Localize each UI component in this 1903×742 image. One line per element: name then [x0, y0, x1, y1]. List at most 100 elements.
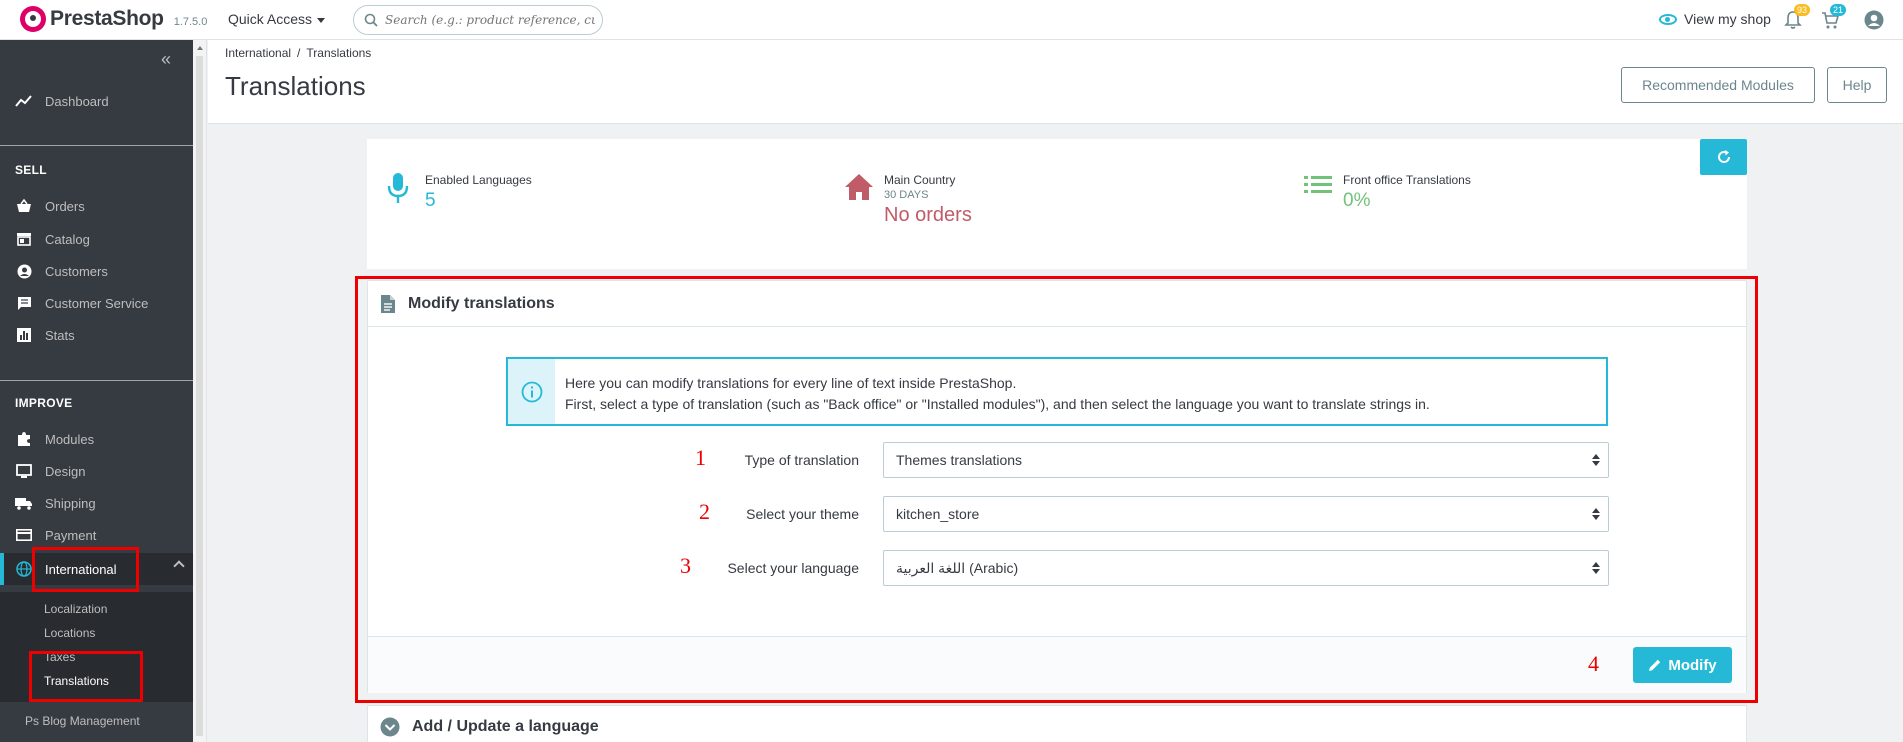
- home-icon: [845, 174, 873, 200]
- kpi-sub-label: 30 DAYS: [884, 189, 929, 201]
- recommended-modules-button[interactable]: Recommended Modules: [1621, 67, 1815, 103]
- sidebar-item-customer-service[interactable]: Customer Service: [0, 288, 193, 318]
- step-number: 4: [1588, 651, 1599, 676]
- panel-footer: 4 Modify: [368, 636, 1746, 693]
- sidebar-item-label: Dashboard: [45, 93, 109, 109]
- field-label: Select your theme: [746, 506, 859, 522]
- eye-icon: [1659, 13, 1677, 25]
- notifications-button[interactable]: 93: [1784, 4, 1810, 30]
- scrollbar-thumb[interactable]: [196, 56, 203, 736]
- form-row-type-of-translation: 1 Type of translation Themes translation…: [368, 442, 1746, 480]
- sidebar-item-label: International: [45, 561, 117, 577]
- search-box[interactable]: [353, 5, 603, 35]
- sidebar-divider: [0, 145, 193, 146]
- submenu-item-locations[interactable]: Locations: [44, 626, 95, 640]
- microphone-icon: [387, 173, 409, 203]
- sidebar-item-label: Stats: [45, 327, 75, 343]
- caret-down-icon: [317, 17, 326, 23]
- modify-button[interactable]: Modify: [1633, 647, 1732, 683]
- account-circle-icon: [15, 262, 33, 280]
- sidebar-item-label: Shipping: [45, 495, 96, 511]
- field-label: Type of translation: [744, 452, 859, 468]
- breadcrumb-item-translations[interactable]: Translations: [306, 46, 371, 60]
- version-label: 1.7.5.0: [173, 16, 208, 28]
- type-of-translation-select[interactable]: Themes translations: [883, 442, 1609, 478]
- kpi-label: Front office Translations: [1343, 173, 1471, 187]
- submenu-item-taxes[interactable]: Taxes: [44, 650, 75, 664]
- refresh-icon: [1717, 150, 1730, 163]
- truck-icon: [15, 494, 33, 512]
- modify-translations-panel: Modify translations Here you can modify …: [367, 280, 1747, 693]
- page-header: International / Translations Translations …: [208, 40, 1903, 124]
- international-submenu: Localization Locations Taxes Translation…: [0, 592, 193, 702]
- sidebar-item-modules[interactable]: Modules: [0, 424, 193, 454]
- kpi-front-office-translations: Front office Translations 0%: [1304, 173, 1471, 212]
- kpi-value: 0%: [1343, 190, 1371, 211]
- panel-title: Add / Update a language: [412, 718, 599, 735]
- breadcrumb: International / Translations: [225, 46, 371, 60]
- sidebar-item-catalog[interactable]: Catalog: [0, 224, 193, 254]
- user-avatar-icon: [1864, 10, 1884, 30]
- chevron-down-circle-icon: [380, 717, 400, 737]
- sidebar-item-customers[interactable]: Customers: [0, 256, 193, 286]
- sidebar-item-international[interactable]: International: [0, 553, 193, 585]
- kpi-value: 5: [425, 190, 436, 211]
- basket-icon: [15, 197, 33, 215]
- select-value: kitchen_store: [896, 506, 980, 522]
- kpi-enabled-languages: Enabled Languages 5: [387, 173, 532, 212]
- collapse-sidebar-icon[interactable]: «: [161, 50, 171, 68]
- sidebar-item-blog-management[interactable]: Ps Blog Management: [0, 702, 193, 742]
- submenu-item-localization[interactable]: Localization: [44, 602, 107, 616]
- quick-access-label: Quick Access: [228, 11, 313, 27]
- select-value: Themes translations: [896, 452, 1023, 468]
- search-icon: [364, 13, 378, 27]
- credit-card-icon: [15, 526, 33, 544]
- kpi-value: No orders: [884, 204, 972, 226]
- language-select[interactable]: اللغة العربية (Arabic): [883, 550, 1609, 586]
- trending-up-icon: [15, 92, 33, 110]
- submenu-item-translations[interactable]: Translations: [44, 674, 109, 688]
- orders-badge: 21: [1830, 4, 1846, 16]
- kpi-label: Enabled Languages: [425, 173, 532, 187]
- breadcrumb-item-international[interactable]: International: [225, 46, 291, 60]
- form-row-theme: 2 Select your theme kitchen_store: [368, 496, 1746, 534]
- sidebar-item-stats[interactable]: Stats: [0, 320, 193, 350]
- sidebar-item-payment[interactable]: Payment: [0, 520, 193, 550]
- panel-heading: Modify translations: [368, 281, 1746, 327]
- field-label: Select your language: [727, 560, 859, 576]
- document-icon: [381, 294, 395, 313]
- sidebar-item-label: Customer Service: [45, 295, 149, 311]
- refresh-kpi-button[interactable]: [1700, 139, 1747, 175]
- sidebar-divider: [0, 380, 193, 381]
- quick-access-dropdown[interactable]: Quick Access: [228, 11, 326, 27]
- pencil-icon: [1649, 659, 1661, 671]
- theme-select[interactable]: kitchen_store: [883, 496, 1609, 532]
- kpi-row: Enabled Languages 5 Main Country 30 DAYS…: [367, 139, 1747, 269]
- info-alert: Here you can modify translations for eve…: [506, 357, 1608, 426]
- sidebar-scrollbar[interactable]: [193, 40, 207, 742]
- prestashop-logo[interactable]: PrestaShop 1.7.5.0: [20, 6, 207, 32]
- panel-heading[interactable]: Add / Update a language: [368, 706, 1746, 742]
- sidebar-item-dashboard[interactable]: Dashboard: [0, 86, 193, 116]
- help-button[interactable]: Help: [1827, 67, 1887, 103]
- sidebar-item-label: Customers: [45, 263, 108, 279]
- list-icon: [1304, 176, 1332, 193]
- orders-button[interactable]: 21: [1820, 4, 1846, 30]
- sidebar-item-design[interactable]: Design: [0, 456, 193, 486]
- sidebar-section-improve: IMPROVE: [15, 396, 73, 410]
- modify-button-label: Modify: [1668, 656, 1717, 674]
- globe-icon: [15, 560, 33, 578]
- chevron-up-icon: [173, 560, 185, 572]
- sidebar-item-orders[interactable]: Orders: [0, 191, 193, 221]
- sidebar: « Dashboard SELL Orders Catalog Customer…: [0, 40, 193, 742]
- view-my-shop-link[interactable]: View my shop: [1659, 11, 1771, 27]
- form-row-language: 3 Select your language اللغة العربية (Ar…: [368, 550, 1746, 588]
- puzzle-icon: [15, 430, 33, 448]
- sidebar-item-shipping[interactable]: Shipping: [0, 488, 193, 518]
- search-input[interactable]: [385, 13, 595, 27]
- sidebar-item-label: Catalog: [45, 231, 90, 247]
- step-number: 1: [695, 445, 706, 470]
- account-button[interactable]: [1864, 10, 1884, 30]
- logo-text: PrestaShop: [50, 7, 164, 30]
- add-update-language-panel: Add / Update a language: [367, 705, 1747, 742]
